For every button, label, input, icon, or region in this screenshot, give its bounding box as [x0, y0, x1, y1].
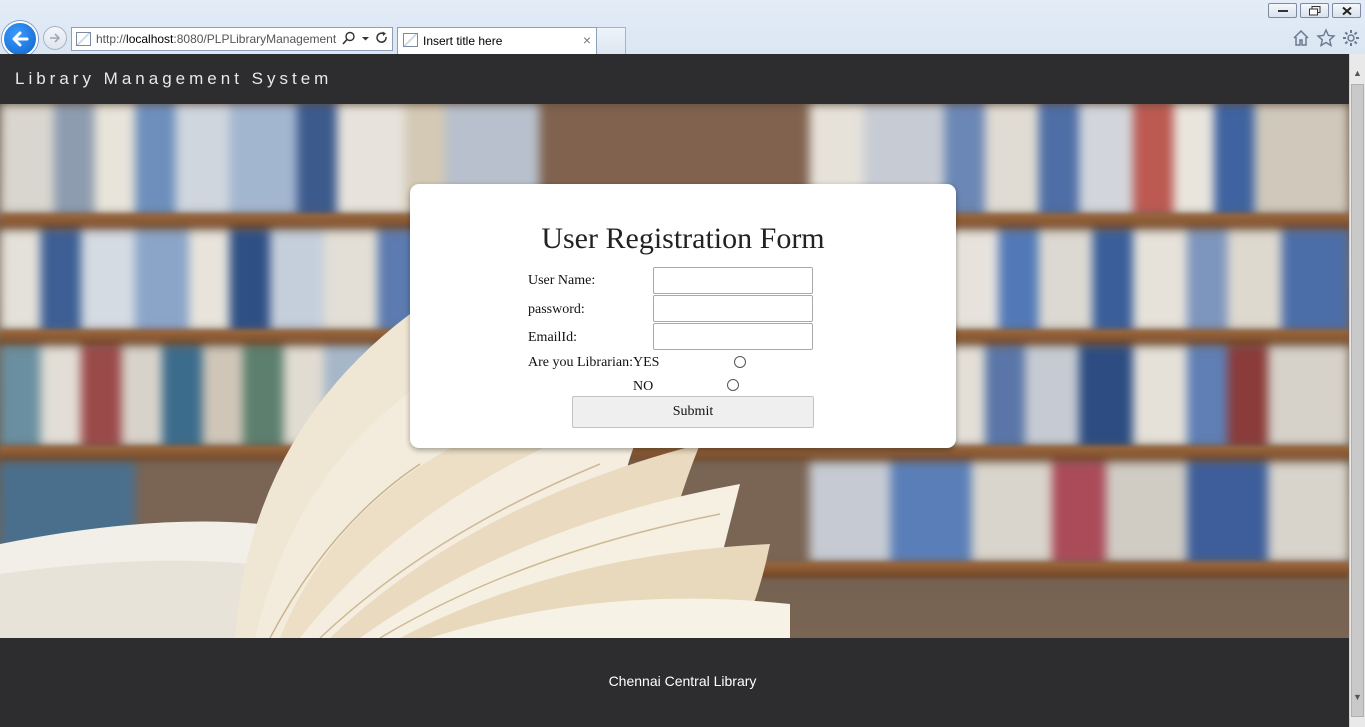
tab-favicon-icon [403, 33, 418, 47]
arrow-left-icon [12, 31, 29, 47]
home-icon[interactable] [1291, 28, 1311, 48]
scrollbar-thumb[interactable] [1351, 84, 1364, 717]
page-content: Library Management System User Registrat… [0, 54, 1349, 727]
tab-close-button[interactable]: × [583, 32, 591, 48]
favorites-star-icon[interactable] [1316, 28, 1336, 48]
librarian-yes-label: YES [632, 355, 660, 370]
forward-button[interactable] [43, 26, 67, 50]
minimize-button[interactable] [1268, 3, 1297, 18]
scroll-down-arrow-icon[interactable]: ▼ [1353, 692, 1362, 702]
username-label: User Name: [528, 273, 596, 288]
new-tab-button[interactable] [597, 27, 626, 54]
restore-button[interactable] [1300, 3, 1329, 18]
library-background-image: User Registration Form User Name: passwo… [0, 104, 1349, 638]
username-input[interactable] [653, 267, 813, 294]
registration-form-card: User Registration Form User Name: passwo… [410, 184, 956, 448]
submit-button[interactable]: Submit [572, 396, 814, 428]
password-label: password: [528, 302, 585, 317]
settings-gear-icon[interactable] [1341, 28, 1361, 48]
dropdown-arrow-icon[interactable] [361, 31, 370, 48]
site-footer: Chennai Central Library [0, 638, 1349, 727]
password-input[interactable] [653, 295, 813, 322]
restore-icon [1308, 5, 1320, 15]
tab-title: Insert title here [423, 34, 503, 48]
vertical-scrollbar[interactable]: ▲ ▼ [1349, 54, 1365, 727]
form-title: User Registration Form [541, 222, 825, 255]
email-label: EmailId: [528, 330, 577, 345]
footer-text: Chennai Central Library [608, 673, 757, 689]
browser-tab[interactable]: Insert title here × [397, 27, 597, 54]
back-button[interactable] [2, 21, 38, 57]
browser-chrome: http://localhost:8080/PLPLibraryManageme… [0, 0, 1365, 57]
page-favicon-icon [76, 32, 91, 46]
librarian-yes-radio[interactable] [734, 356, 746, 368]
refresh-icon[interactable] [375, 31, 389, 48]
close-icon [1341, 6, 1352, 15]
email-input[interactable] [653, 323, 813, 350]
librarian-question-label: Are you Librarian:YES [528, 355, 660, 370]
search-icon[interactable] [342, 31, 356, 48]
minimize-icon [1277, 9, 1288, 12]
librarian-no-radio[interactable] [727, 379, 739, 391]
site-header: Library Management System [0, 54, 1349, 104]
close-window-button[interactable] [1332, 3, 1361, 18]
arrow-right-icon [50, 33, 61, 43]
address-url: http://localhost:8080/PLPLibraryManageme… [96, 32, 337, 46]
address-bar[interactable]: http://localhost:8080/PLPLibraryManageme… [71, 27, 393, 51]
site-brand-title: Library Management System [15, 69, 333, 88]
scroll-up-arrow-icon[interactable]: ▲ [1353, 68, 1362, 78]
librarian-no-label: NO [633, 379, 654, 394]
